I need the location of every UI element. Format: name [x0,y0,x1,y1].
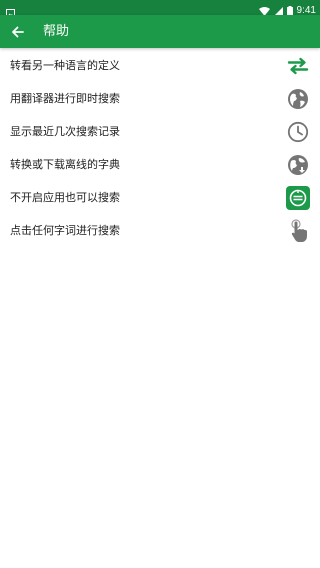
help-item: 转看另一种语言的定义 [0,49,320,82]
help-item-label: 不开启应用也可以搜索 [10,191,120,204]
help-item-label: 转换或下载离线的字典 [10,158,120,171]
help-item-label: 用翻译器进行即时搜索 [10,92,120,105]
back-button[interactable] [8,22,28,42]
page-title: 帮助 [43,24,70,39]
arrow-back-icon [12,26,24,38]
help-item-label: 显示最近几次搜索记录 [10,125,120,138]
help-item: 不开启应用也可以搜索 [0,181,320,214]
globe-icon [286,87,310,111]
status-bar: 9:41 [0,0,320,18]
help-item: 显示最近几次搜索记录 [0,115,320,148]
globe-offline-icon [286,153,310,177]
help-item-label: 转看另一种语言的定义 [10,59,120,72]
help-list: 转看另一种语言的定义 用翻译器进行即时搜索 显示最近几次搜索记录 转换或下载离线… [0,49,320,247]
tap-finger-icon [286,219,310,243]
quick-search-icon [286,186,310,210]
help-item-label: 点击任何字词进行搜索 [10,224,120,237]
help-item: 转换或下载离线的字典 [0,148,320,181]
app-bar: 帮助 [0,15,320,48]
help-item: 点击任何字词进行搜索 [0,214,320,247]
help-item: 用翻译器进行即时搜索 [0,82,320,115]
clock-icon [286,120,310,144]
swap-arrows-icon [286,54,310,78]
